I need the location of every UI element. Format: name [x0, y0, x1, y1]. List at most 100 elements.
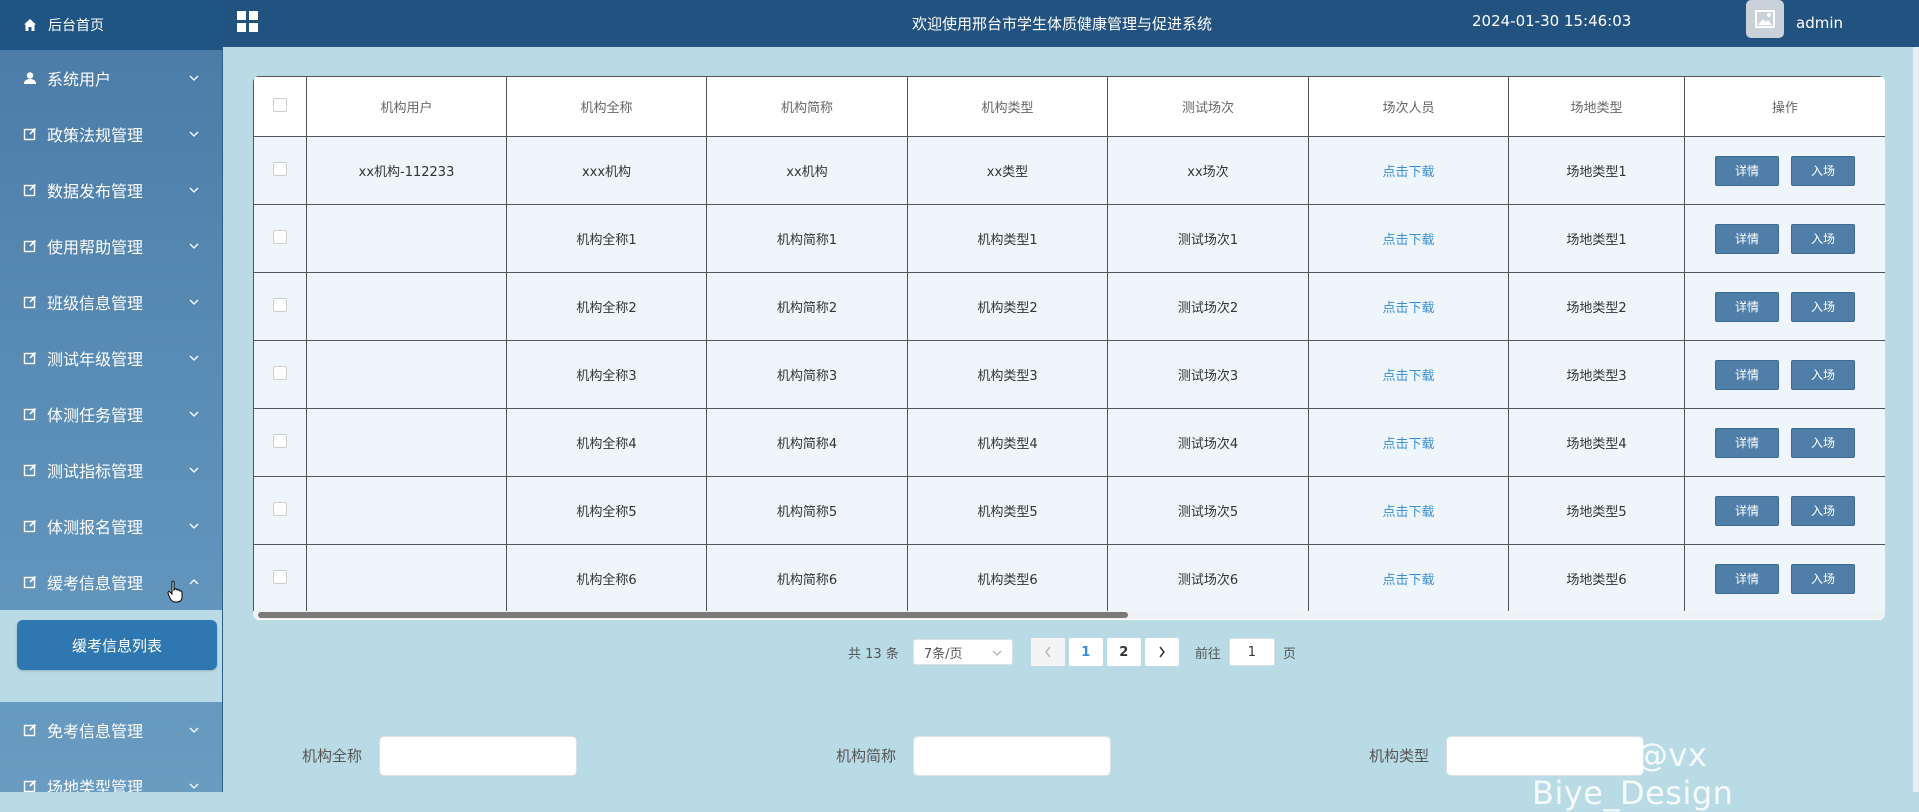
row-checkbox[interactable] — [273, 433, 287, 448]
download-link[interactable]: 点击下载 — [1382, 437, 1434, 452]
user-icon — [22, 70, 38, 86]
table-cell: 场地类型6 — [1508, 544, 1685, 613]
detail-button[interactable]: 详情 — [1715, 427, 1779, 458]
table-cell — [306, 340, 507, 409]
row-checkbox[interactable] — [273, 161, 287, 176]
search-input-fullname[interactable] — [379, 736, 577, 776]
next-page-button[interactable] — [1144, 638, 1179, 666]
actions-cell: 详情 入场 — [1684, 408, 1885, 477]
total-count: 共 13 条 — [848, 646, 899, 662]
table-cell: 机构简称5 — [706, 476, 908, 545]
sidebar-menu-item[interactable]: 体测报名管理 — [0, 498, 222, 554]
chevron-down-icon — [188, 240, 200, 252]
download-link[interactable]: 点击下载 — [1382, 165, 1434, 180]
table-row: 机构全称2 机构简称2 机构类型2 测试场次2 点击下载 场地类型2 详情 入场 — [253, 272, 1885, 341]
home-icon — [22, 17, 38, 33]
download-link[interactable]: 点击下载 — [1382, 505, 1434, 520]
table-row: 机构全称1 机构简称1 机构类型1 测试场次1 点击下载 场地类型1 详情 入场 — [253, 204, 1885, 273]
table-cell: 场地类型1 — [1508, 204, 1685, 273]
select-all-checkbox[interactable] — [273, 97, 287, 112]
sidebar-menu-item[interactable]: 体测任务管理 — [0, 386, 222, 442]
table-cell: 机构全称4 — [506, 408, 707, 477]
page-size-select[interactable]: 7条/页 — [912, 639, 1013, 665]
enter-button[interactable]: 入场 — [1791, 155, 1855, 186]
sidebar-menu-label: 政策法规管理 — [47, 126, 144, 145]
row-checkbox[interactable] — [273, 297, 287, 312]
table-cell: 测试场次4 — [1107, 408, 1309, 477]
enter-button[interactable]: 入场 — [1791, 223, 1855, 254]
search-label-type: 机构类型 — [1369, 747, 1430, 765]
table-cell — [306, 408, 507, 477]
sidebar-menu-item[interactable]: 测试指标管理 — [0, 442, 222, 498]
top-bar: 欢迎使用邢台市学生体质健康管理与促进系统 2024-01-30 15:46:03… — [222, 0, 1919, 47]
sidebar-menu-item[interactable]: 场地类型管理 — [0, 758, 222, 792]
enter-button[interactable]: 入场 — [1791, 359, 1855, 390]
sidebar-menu-item[interactable]: 测试年级管理 — [0, 330, 222, 386]
chevron-down-icon — [188, 128, 200, 140]
table-cell: 场地类型2 — [1508, 272, 1685, 341]
detail-button[interactable]: 详情 — [1715, 495, 1779, 526]
sidebar-item-home[interactable]: 后台首页 — [0, 0, 222, 50]
column-header: 机构简称 — [706, 76, 908, 137]
detail-button[interactable]: 详情 — [1715, 359, 1779, 390]
scrollbar-thumb[interactable] — [258, 612, 1128, 618]
submenu-item-deferral-list[interactable]: 缓考信息列表 — [17, 620, 217, 670]
prev-page-button[interactable] — [1030, 638, 1065, 666]
edit-icon — [22, 294, 38, 310]
table-cell: 场地类型5 — [1508, 476, 1685, 545]
detail-button[interactable]: 详情 — [1715, 223, 1779, 254]
avatar[interactable] — [1746, 0, 1784, 38]
detail-button[interactable]: 详情 — [1715, 155, 1779, 186]
chevron-down-icon — [188, 520, 200, 532]
enter-button[interactable]: 入场 — [1791, 291, 1855, 322]
horizontal-scrollbar[interactable] — [253, 611, 1885, 619]
vertical-scrollbar[interactable] — [1913, 47, 1919, 792]
download-link[interactable]: 点击下载 — [1382, 369, 1434, 384]
table-cell: 机构简称4 — [706, 408, 908, 477]
download-link[interactable]: 点击下载 — [1382, 301, 1434, 316]
submenu: 缓考信息列表 — [0, 610, 222, 702]
sidebar-menu-item[interactable]: 班级信息管理 — [0, 274, 222, 330]
page-button-1[interactable]: 1 — [1068, 638, 1103, 666]
sidebar-menu-item[interactable]: 使用帮助管理 — [0, 218, 222, 274]
column-header: 操作 — [1684, 76, 1885, 137]
download-link[interactable]: 点击下载 — [1382, 573, 1434, 588]
column-header: 场地类型 — [1508, 76, 1685, 137]
table-header-row: 机构用户 机构全称 机构简称 机构类型 测试场次 场次人员 场地类型 操作 — [253, 76, 1885, 137]
row-checkbox[interactable] — [273, 365, 287, 380]
table-cell: 点击下载 — [1308, 476, 1509, 545]
username[interactable]: admin — [1796, 14, 1843, 32]
detail-button[interactable]: 详情 — [1715, 291, 1779, 322]
table-cell: 点击下载 — [1308, 408, 1509, 477]
table-cell — [306, 204, 507, 273]
actions-cell: 详情 入场 — [1684, 272, 1885, 341]
sidebar-menu-item[interactable]: 缓考信息管理 — [0, 554, 222, 610]
sidebar-menu-item[interactable]: 数据发布管理 — [0, 162, 222, 218]
table-cell: xxx机构 — [506, 136, 707, 205]
row-checkbox[interactable] — [273, 569, 287, 584]
page-button-2[interactable]: 2 — [1106, 638, 1141, 666]
grid-menu-icon[interactable] — [236, 10, 260, 34]
select-cell — [253, 272, 307, 341]
enter-button[interactable]: 入场 — [1791, 495, 1855, 526]
sidebar-menu-label: 免考信息管理 — [47, 722, 144, 741]
row-checkbox[interactable] — [273, 229, 287, 244]
detail-button[interactable]: 详情 — [1715, 563, 1779, 594]
download-link[interactable]: 点击下载 — [1382, 233, 1434, 248]
table-cell: 机构类型4 — [907, 408, 1108, 477]
chevron-down-icon — [992, 645, 1002, 660]
table-cell: 机构类型1 — [907, 204, 1108, 273]
enter-button[interactable]: 入场 — [1791, 563, 1855, 594]
goto-prefix: 前往 — [1194, 646, 1221, 662]
row-checkbox[interactable] — [273, 501, 287, 516]
table-cell: 测试场次3 — [1107, 340, 1309, 409]
search-input-shortname[interactable] — [913, 736, 1111, 776]
edit-icon — [22, 126, 38, 142]
sidebar-menu-item[interactable]: 系统用户 — [0, 50, 222, 106]
sidebar-menu-label: 场地类型管理 — [47, 778, 144, 792]
enter-button[interactable]: 入场 — [1791, 427, 1855, 458]
sidebar-menu-item[interactable]: 免考信息管理 — [0, 702, 222, 758]
goto-page-input[interactable]: 1 — [1228, 638, 1275, 666]
sidebar-menu-item[interactable]: 政策法规管理 — [0, 106, 222, 162]
select-cell — [253, 340, 307, 409]
